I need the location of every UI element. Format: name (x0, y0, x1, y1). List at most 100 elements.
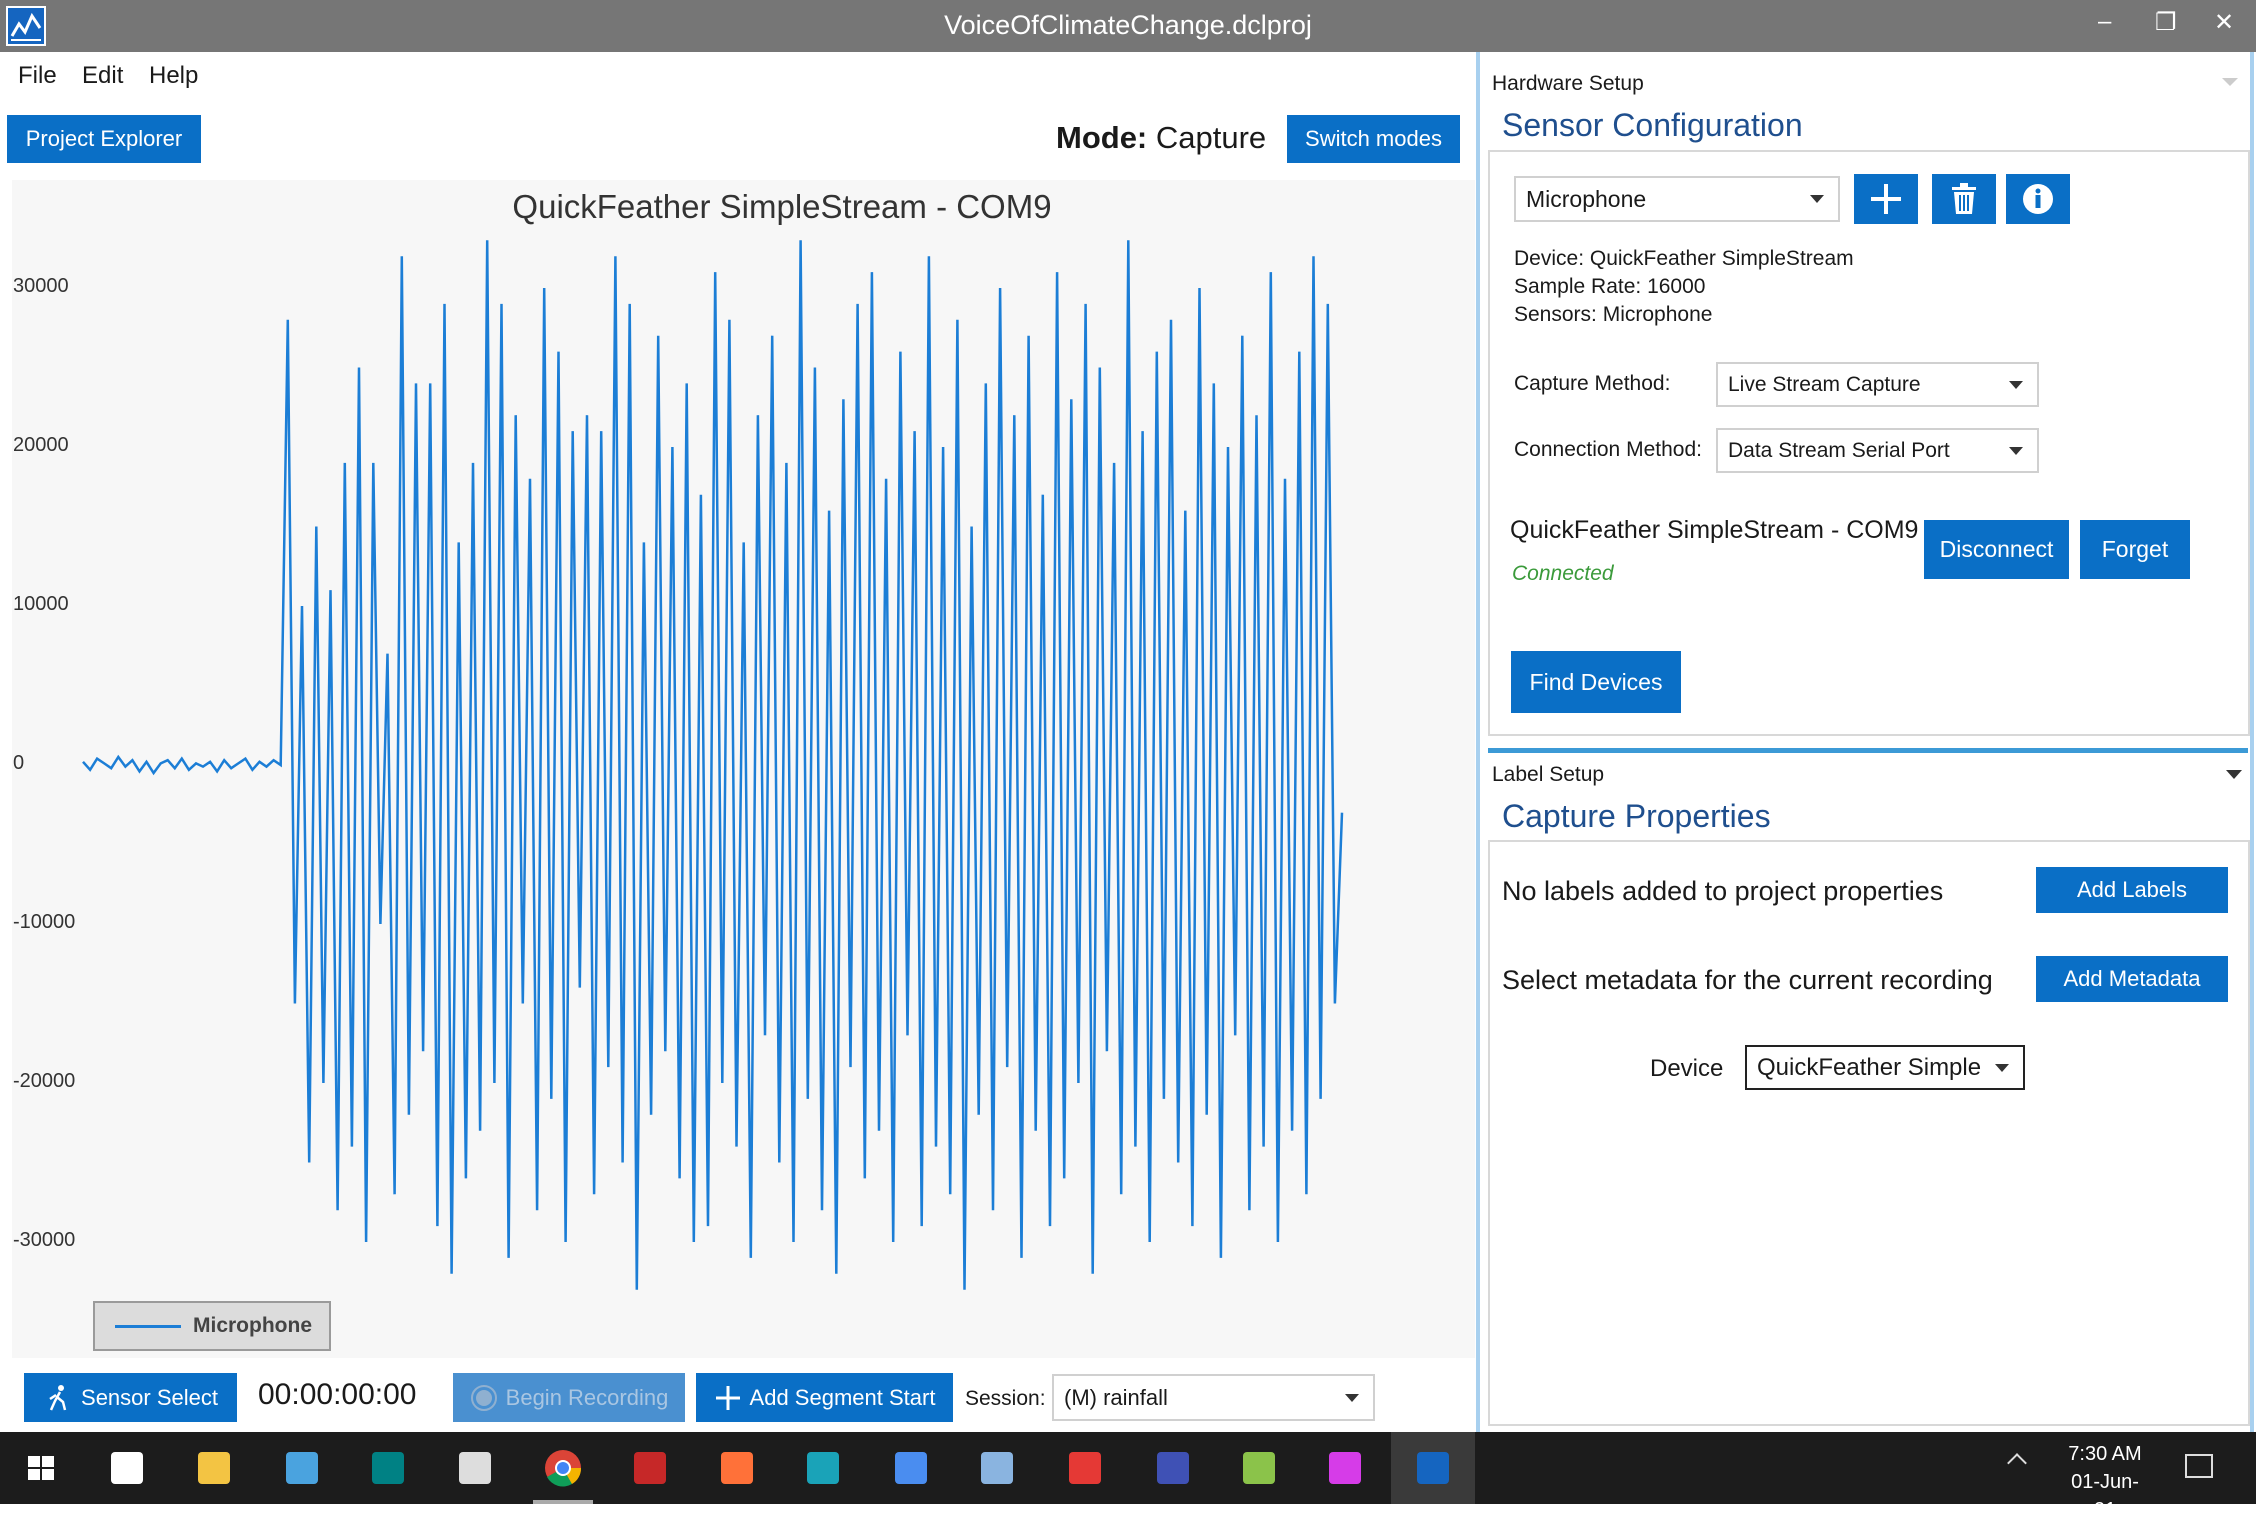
delete-sensor-button[interactable] (1932, 174, 1996, 224)
connected-device-name: QuickFeather SimpleStream - COM9 (1510, 516, 1919, 544)
y-tick-label: 30000 (13, 275, 69, 297)
sensor-dropdown[interactable]: Microphone (1514, 176, 1840, 222)
signal-chart: QuickFeather SimpleStream - COM9 30000 20… (12, 180, 1475, 1358)
mode-value: Capture (1155, 120, 1267, 155)
cloud-app-icon[interactable] (801, 1446, 845, 1490)
forget-button[interactable]: Forget (2080, 520, 2190, 579)
device-info: Device: QuickFeather SimpleStream Sample… (1514, 245, 1854, 329)
audio-app-icon[interactable] (1063, 1446, 1107, 1490)
sensor-select-label: Sensor Select (81, 1384, 218, 1410)
arduino-icon[interactable] (366, 1446, 410, 1490)
plus-icon (1871, 184, 1901, 214)
notification-icon[interactable] (2185, 1454, 2213, 1478)
connection-status: Connected (1512, 562, 1614, 585)
metadata-text: Select metadata for the current recordin… (1502, 965, 1993, 995)
chrome-icon[interactable] (541, 1446, 585, 1490)
capture-method-label: Capture Method: (1514, 372, 1671, 395)
remote-desktop-icon[interactable] (975, 1446, 1019, 1490)
start-icon[interactable] (20, 1446, 64, 1490)
app-grid-icon[interactable] (453, 1446, 497, 1490)
y-tick-label: 10000 (13, 593, 69, 615)
menu-edit[interactable]: Edit (82, 62, 123, 90)
hardware-setup-label: Hardware Setup (1492, 72, 1644, 95)
menu-file[interactable]: File (18, 62, 57, 90)
label-setup-label: Label Setup (1492, 763, 1605, 786)
chevron-down-icon (1995, 1063, 2009, 1072)
y-tick-label: -20000 (13, 1070, 76, 1092)
legend-label: Microphone (193, 1314, 312, 1337)
sensor-select-button[interactable]: Sensor Select (24, 1373, 237, 1422)
cloud-sync-icon[interactable] (889, 1446, 933, 1490)
capture-properties-title: Capture Properties (1502, 798, 1771, 834)
session-dropdown[interactable]: (M) rainfall (1052, 1374, 1375, 1421)
connection-method-label: Connection Method: (1514, 438, 1702, 461)
add-segment-label: Add Segment Start (749, 1384, 936, 1410)
capture-properties-box (1488, 840, 2250, 1426)
project-explorer-button[interactable]: Project Explorer (7, 115, 201, 163)
window-title: VoiceOfClimateChange.dclproj (944, 10, 1312, 40)
mode-indicator: Mode: Capture (1056, 120, 1266, 156)
g-app-icon[interactable] (1323, 1446, 1367, 1490)
sensor-info-button[interactable] (2006, 174, 2070, 224)
taskbar: 7:30 AM 01-Jun-21 (0, 1432, 2256, 1521)
minimize-button[interactable]: – (2098, 8, 2111, 36)
clock-time: 7:30 AM (2068, 1443, 2142, 1465)
chart-legend[interactable]: Microphone (93, 1301, 331, 1351)
capture-method-value: Live Stream Capture (1728, 372, 1921, 396)
clock[interactable]: 7:30 AM 01-Jun-21 (2060, 1440, 2150, 1524)
mode-label: Mode: (1056, 120, 1148, 155)
record-icon (470, 1384, 497, 1411)
add-segment-start-button[interactable]: Add Segment Start (696, 1373, 953, 1422)
task-view-icon[interactable] (105, 1446, 149, 1490)
collapse-hardware-icon[interactable] (2222, 78, 2238, 86)
device-metadata-value: QuickFeather Simple (1757, 1053, 1982, 1081)
series-line-microphone (82, 240, 1344, 1290)
add-sensor-button[interactable] (1854, 174, 1918, 224)
begin-recording-label: Begin Recording (505, 1384, 669, 1410)
begin-recording-button[interactable]: Begin Recording (453, 1373, 685, 1422)
network-icon[interactable] (1151, 1446, 1195, 1490)
clock-date: 01-Jun-21 (2071, 1471, 2139, 1521)
session-label: Session: (965, 1387, 1046, 1410)
info-icon (2023, 184, 2053, 214)
pc-icon[interactable] (280, 1446, 324, 1490)
add-labels-button[interactable]: Add Labels (2036, 867, 2228, 913)
chevron-down-icon (2009, 446, 2023, 455)
y-tick-label: 0 (13, 752, 25, 774)
data-capture-lab-icon[interactable] (1391, 1432, 1475, 1504)
file-explorer-icon[interactable] (192, 1446, 236, 1490)
legend-line-swatch (115, 1324, 181, 1328)
device-info-line: Device: QuickFeather SimpleStream (1514, 247, 1854, 270)
no-labels-text: No labels added to project properties (1502, 876, 1944, 906)
flash-icon[interactable] (628, 1446, 672, 1490)
walking-person-icon (49, 1384, 67, 1411)
menu-help[interactable]: Help (149, 62, 198, 90)
find-devices-button[interactable]: Find Devices (1511, 651, 1681, 713)
capture-method-dropdown[interactable]: Live Stream Capture (1716, 362, 2039, 407)
trash-icon (1952, 183, 1976, 214)
sensors-line: Sensors: Microphone (1514, 303, 1713, 326)
panel-splitter[interactable] (1476, 52, 1480, 1432)
add-metadata-button[interactable]: Add Metadata (2036, 956, 2228, 1002)
cube-app-icon[interactable] (1237, 1446, 1281, 1490)
y-tick-label: -10000 (13, 911, 76, 933)
section-divider (1488, 748, 2248, 753)
firefox-icon[interactable] (715, 1446, 759, 1490)
disconnect-button[interactable]: Disconnect (1924, 520, 2069, 579)
panel-edge (2250, 52, 2254, 1432)
title-bar: VoiceOfClimateChange.dclproj – ❐ ✕ (0, 0, 2256, 52)
sample-rate-line: Sample Rate: 16000 (1514, 275, 1706, 298)
y-tick-label: 20000 (13, 434, 69, 456)
chevron-up-icon[interactable] (2007, 1453, 2027, 1473)
restore-button[interactable]: ❐ (2155, 8, 2177, 37)
session-value: (M) rainfall (1064, 1384, 1168, 1410)
connection-method-value: Data Stream Serial Port (1728, 438, 1950, 462)
collapse-label-setup-icon[interactable] (2226, 770, 2242, 779)
running-indicator (533, 1500, 593, 1504)
plus-icon (715, 1385, 740, 1410)
device-metadata-dropdown[interactable]: QuickFeather Simple (1745, 1045, 2025, 1090)
connection-method-dropdown[interactable]: Data Stream Serial Port (1716, 428, 2039, 473)
close-button[interactable]: ✕ (2214, 8, 2234, 37)
chevron-down-icon (1345, 1393, 1359, 1402)
switch-modes-button[interactable]: Switch modes (1287, 115, 1460, 163)
